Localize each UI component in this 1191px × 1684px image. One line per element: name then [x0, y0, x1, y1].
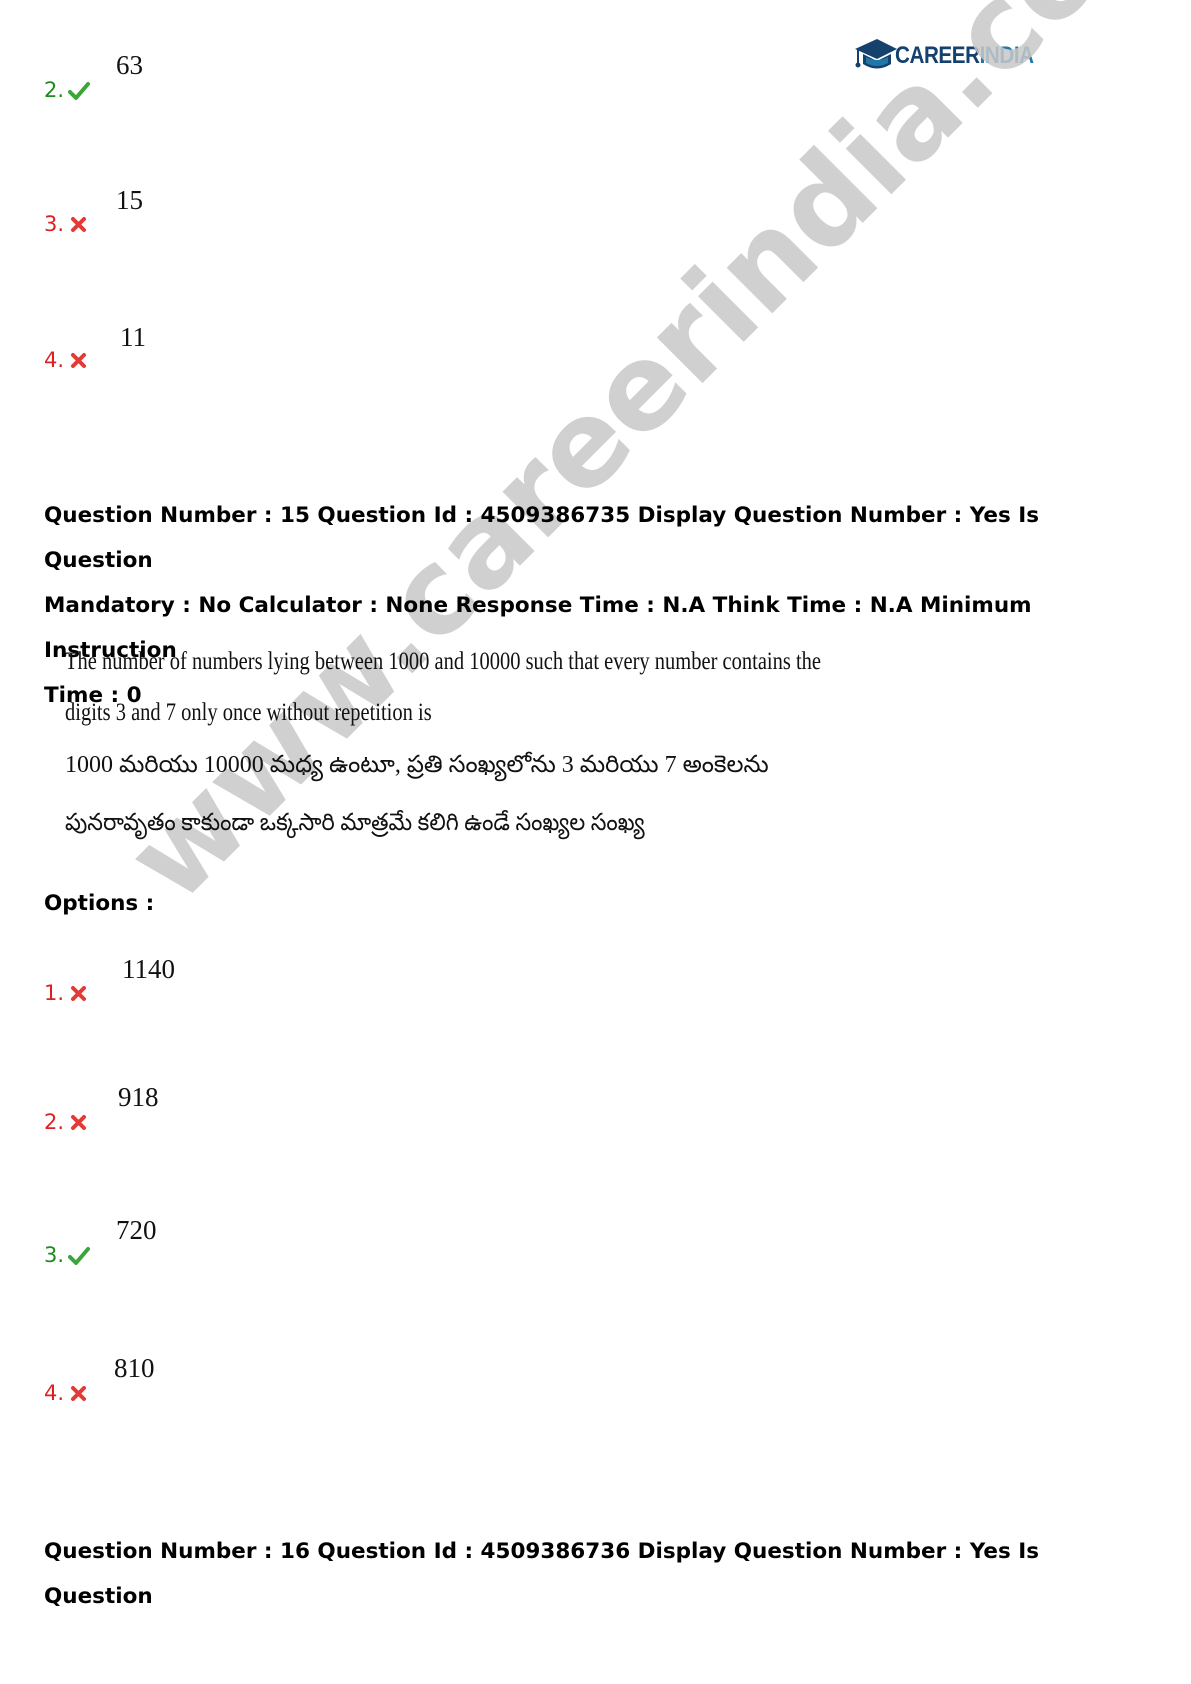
option-index: 3. — [44, 212, 65, 236]
option-index: 2. — [44, 78, 65, 102]
option-value: 810 — [114, 1353, 155, 1383]
option-value: 918 — [118, 1082, 159, 1112]
options-label: Options : — [44, 891, 155, 916]
option-index: 2. — [44, 1110, 65, 1134]
check-icon — [68, 82, 91, 100]
question-16-header: Question Number : 16 Question Id : 45093… — [44, 1529, 1144, 1619]
check-icon — [68, 1247, 91, 1265]
question-text-en-line-2: digits 3 and 7 only once without repetit… — [65, 699, 432, 726]
option-number: 4. — [44, 1381, 90, 1405]
option-number: 3. — [44, 212, 90, 236]
option-value: 720 — [116, 1215, 157, 1245]
option-index: 4. — [44, 348, 65, 372]
logo-word-career: CAREER — [895, 42, 980, 69]
option-number: 3. — [44, 1243, 91, 1267]
watermark: www.careerindia.com — [100, 0, 1191, 928]
option-index: 1. — [44, 981, 65, 1005]
option-number: 2. — [44, 1110, 90, 1134]
option-value: 15 — [116, 185, 143, 215]
header-line-1: Question Number : 15 Question Id : 45093… — [44, 503, 1040, 573]
logo-word-india: INDIA — [979, 42, 1034, 69]
option-value: 63 — [116, 50, 143, 80]
option-number: 2. — [44, 78, 91, 102]
cross-icon — [71, 1115, 87, 1130]
header-line-1: Question Number : 16 Question Id : 45093… — [44, 1539, 1040, 1609]
option-value: 11 — [120, 322, 146, 352]
option-index: 3. — [44, 1243, 65, 1267]
question-text-en-line-1: The number of numbers lying between 1000… — [65, 648, 822, 675]
graduation-cap-icon — [855, 39, 897, 69]
logo-wordmark: CAREERINDIA — [895, 42, 1034, 70]
question-15-header: Question Number : 15 Question Id : 45093… — [44, 493, 1144, 718]
option-value: 1140 — [122, 954, 175, 984]
cross-icon — [71, 986, 87, 1001]
option-number: 1. — [44, 981, 90, 1005]
question-text-te-line-2: పునరావృతం కాకుండా ఒక్కసారి మాత్రమే కలిగి… — [65, 810, 645, 836]
question-text-te-line-1: 1000 మరియు 10000 మధ్య ఉంటూ, ప్రతి సంఖ్యల… — [65, 752, 769, 778]
option-number: 4. — [44, 348, 90, 372]
careerindia-logo: CAREERINDIA — [853, 33, 1056, 79]
cross-icon — [71, 217, 87, 232]
cross-icon — [71, 1386, 87, 1401]
cross-icon — [71, 353, 87, 368]
option-index: 4. — [44, 1381, 65, 1405]
